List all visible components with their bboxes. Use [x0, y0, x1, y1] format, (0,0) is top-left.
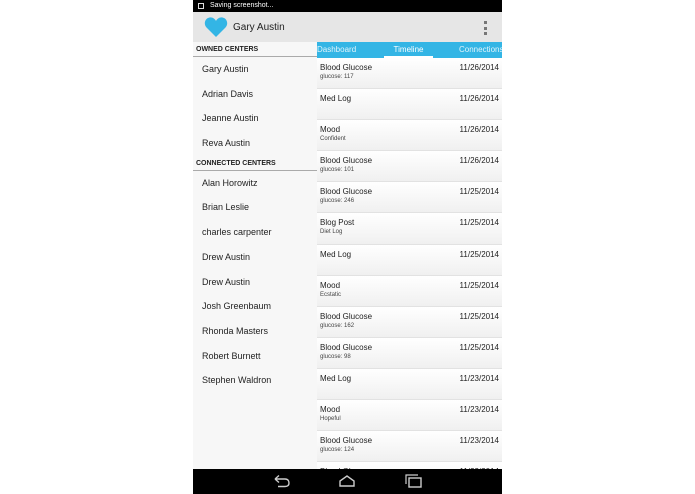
owned-centers-list: Gary Austin Adrian Davis Jeanne Austin Reva… — [193, 57, 317, 156]
entry-title: Blood Glucose — [320, 311, 373, 321]
entry-date: 11/25/2014 — [459, 342, 499, 352]
entry-date: 11/25/2014 — [459, 280, 499, 290]
entry-detail: glucose: 124 — [320, 447, 355, 454]
status-bar: Saving screenshot... — [193, 0, 502, 12]
entry-title: Blood Glucose — [320, 156, 373, 166]
timeline-entry[interactable]: Med Log 11/23/2014 — [317, 368, 502, 401]
tab-timeline-label: Timeline — [393, 45, 424, 54]
device-screen: Saving screenshot... Gary Austin OWNED C… — [193, 0, 502, 494]
connected-center-item[interactable]: Brian Leslie — [193, 195, 317, 220]
connected-centers-header: CONNECTED CENTERS — [193, 156, 317, 171]
entry-detail: glucose: 162 — [320, 322, 355, 329]
connected-center-item[interactable]: charles carpenter — [193, 220, 317, 245]
entry-title: Mood — [320, 125, 341, 135]
entry-date: 11/26/2014 — [459, 125, 499, 135]
entry-date: 11/25/2014 — [459, 218, 499, 228]
navigation-drawer: OWNED CENTERS Gary Austin Adrian Davis Jea… — [193, 42, 317, 469]
back-icon[interactable] — [271, 474, 291, 488]
entry-detail: glucose: 117 — [320, 74, 354, 80]
app-title: Gary Austin — [233, 21, 285, 33]
main-content: Dashboard Timeline Connections Blood Glu… — [317, 42, 502, 469]
timeline-entry[interactable]: Blood Glucose glucose: 162 11/25/2014 — [317, 306, 502, 338]
connected-center-item[interactable]: Rhonda Masters — [193, 319, 317, 344]
connected-center-item[interactable]: Robert Burnett — [193, 344, 317, 369]
owned-centers-header: OWNED CENTERS — [193, 42, 317, 57]
entry-date: 11/23/2014 — [459, 373, 499, 383]
timeline-entry[interactable]: Blood Glucose glucose: 124 11/23/2014 — [317, 431, 502, 463]
entry-detail: Confident — [320, 136, 346, 143]
timeline-entry[interactable]: Blood Glucose glucose: 117 11/26/2014 — [317, 58, 502, 90]
timeline-entry[interactable]: Blood Glucose11/23/2014 — [317, 462, 502, 469]
connected-center-item[interactable]: Drew Austin — [193, 245, 317, 270]
timeline-entry[interactable]: Blog Post Diet Log 11/25/2014 — [317, 213, 502, 245]
entry-detail: glucose: 101 — [320, 167, 355, 174]
timeline-entry[interactable]: Blood Glucose glucose: 246 11/25/2014 — [317, 182, 502, 214]
entry-detail: glucose: 246 — [320, 198, 355, 205]
entry-title: Mood — [320, 405, 341, 415]
connected-center-item[interactable]: Stephen Waldron — [193, 368, 317, 393]
recents-icon[interactable] — [404, 474, 424, 488]
owned-center-item[interactable]: Gary Austin — [193, 57, 317, 82]
entry-date: 11/25/2014 — [459, 187, 499, 197]
entry-date: 11/26/2014 — [459, 156, 499, 166]
entry-title: Blood Glucose — [320, 63, 373, 72]
entry-detail: Diet Log — [320, 229, 343, 236]
entry-title: Blog Post — [320, 218, 355, 228]
entry-date: 11/23/2014 — [459, 405, 499, 415]
entry-date: 11/25/2014 — [459, 249, 499, 259]
tab-connections[interactable]: Connections — [459, 42, 502, 58]
overflow-menu-icon[interactable] — [484, 21, 488, 35]
connected-center-item[interactable]: Josh Greenbaum — [193, 294, 317, 319]
entry-date: 11/25/2014 — [459, 311, 499, 321]
timeline-entry[interactable]: Med Log 11/25/2014 — [317, 244, 502, 276]
timeline-entry[interactable]: Blood Glucose glucose: 98 11/25/2014 — [317, 337, 502, 369]
connected-center-item[interactable]: Alan Horowitz — [193, 171, 317, 196]
navigation-bar — [193, 469, 502, 494]
entry-title: Blood Glucose — [320, 436, 373, 446]
timeline-entry[interactable]: Mood Confident 11/26/2014 — [317, 120, 502, 152]
owned-center-item[interactable]: Reva Austin — [193, 131, 317, 156]
entry-detail: glucose: 98 — [320, 353, 351, 360]
entry-title: Blood Glucose — [320, 187, 373, 197]
heart-icon[interactable] — [204, 16, 228, 38]
entry-date: 11/26/2014 — [459, 63, 499, 72]
owned-center-item[interactable]: Jeanne Austin — [193, 106, 317, 131]
entry-detail: Ecstatic — [320, 291, 342, 298]
timeline-list[interactable]: Blood Glucose glucose: 117 11/26/2014 Med L… — [317, 58, 502, 469]
entry-detail: Hopeful — [320, 416, 341, 423]
timeline-entry[interactable]: Blood Glucose glucose: 101 11/26/2014 — [317, 151, 502, 183]
entry-title: Med Log — [320, 373, 352, 383]
timeline-entry[interactable]: Mood Hopeful 11/23/2014 — [317, 400, 502, 432]
timeline-entry[interactable]: Med Log 11/26/2014 — [317, 89, 502, 121]
tab-timeline[interactable]: Timeline — [384, 42, 433, 58]
entry-title: Med Log — [320, 94, 352, 104]
tab-bar: Dashboard Timeline Connections — [317, 42, 502, 58]
connected-center-item[interactable]: Drew Austin — [193, 270, 317, 295]
entry-title: Mood — [320, 280, 341, 290]
entry-title: Blood Glucose — [320, 342, 373, 352]
screenshot-icon — [198, 3, 204, 9]
connected-centers-list: Alan Horowitz Brian Leslie charles carpent… — [193, 171, 317, 393]
status-notification: Saving screenshot... — [210, 2, 274, 9]
home-icon[interactable] — [337, 474, 357, 488]
entry-date: 11/26/2014 — [459, 94, 499, 104]
owned-center-item[interactable]: Adrian Davis — [193, 82, 317, 107]
entry-date: 11/23/2014 — [459, 436, 499, 446]
entry-title: Med Log — [320, 249, 352, 259]
tab-dashboard[interactable]: Dashboard — [317, 42, 356, 58]
timeline-entry[interactable]: Mood Ecstatic 11/25/2014 — [317, 275, 502, 307]
action-bar: Gary Austin — [193, 12, 502, 42]
